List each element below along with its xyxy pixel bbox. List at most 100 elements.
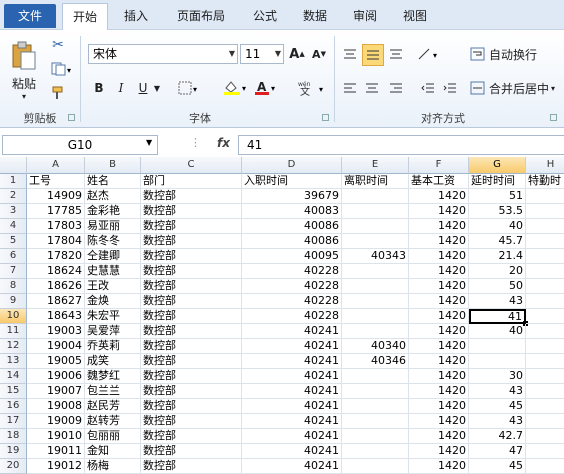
header-cell[interactable]: 入职时间 <box>242 174 342 189</box>
table-cell[interactable]: 1420 <box>409 234 469 249</box>
row-header-13[interactable]: 13 <box>0 354 27 369</box>
table-cell[interactable]: 数控部 <box>141 354 242 369</box>
table-cell[interactable]: 14909 <box>27 189 85 204</box>
row-header-1[interactable]: 1 <box>0 174 27 189</box>
table-cell[interactable]: 1420 <box>409 459 469 474</box>
underline-button[interactable]: U <box>134 78 152 98</box>
table-cell[interactable]: 18626 <box>27 279 85 294</box>
table-cell[interactable]: 39679 <box>242 189 342 204</box>
increase-indent-icon[interactable] <box>440 78 460 98</box>
table-cell[interactable] <box>342 219 409 234</box>
row-header-20[interactable]: 20 <box>0 459 27 474</box>
table-cell[interactable]: 40083 <box>242 204 342 219</box>
table-cell[interactable]: 19008 <box>27 399 85 414</box>
tab-insert[interactable]: 插入 <box>114 3 158 30</box>
table-cell[interactable]: 数控部 <box>141 294 242 309</box>
table-cell[interactable] <box>342 459 409 474</box>
table-cell[interactable]: 1420 <box>409 204 469 219</box>
tab-formulas[interactable]: 公式 <box>244 3 286 30</box>
column-header-d[interactable]: D <box>242 157 342 174</box>
italic-button[interactable]: I <box>112 78 130 98</box>
table-cell[interactable] <box>342 234 409 249</box>
table-cell[interactable]: 40241 <box>242 324 342 339</box>
table-cell[interactable] <box>342 369 409 384</box>
paste-button[interactable]: 粘贴 ▾ <box>6 36 42 106</box>
row-header-8[interactable]: 8 <box>0 279 27 294</box>
table-cell[interactable]: 魏梦红 <box>85 369 141 384</box>
table-cell[interactable] <box>342 204 409 219</box>
header-cell[interactable]: 工号 <box>27 174 85 189</box>
row-header-14[interactable]: 14 <box>0 369 27 384</box>
table-cell[interactable] <box>342 189 409 204</box>
table-cell[interactable]: 43 <box>469 384 526 399</box>
font-size-combo[interactable]: 11 ▼ <box>240 44 284 64</box>
bold-button[interactable]: B <box>90 78 108 98</box>
table-cell[interactable]: 1420 <box>409 384 469 399</box>
table-cell[interactable]: 史慧慧 <box>85 264 141 279</box>
table-cell[interactable]: 1420 <box>409 429 469 444</box>
table-cell[interactable]: 19009 <box>27 414 85 429</box>
table-cell[interactable]: 王改 <box>85 279 141 294</box>
table-cell[interactable]: 51 <box>469 189 526 204</box>
table-cell[interactable] <box>342 309 409 324</box>
table-cell[interactable] <box>526 249 564 264</box>
orientation-icon[interactable]: ▾ <box>416 44 444 64</box>
row-header-10[interactable]: 10 <box>0 309 27 324</box>
table-cell[interactable]: 40340 <box>342 339 409 354</box>
table-cell[interactable]: 1420 <box>409 309 469 324</box>
table-cell[interactable]: 仝建卿 <box>85 249 141 264</box>
table-cell[interactable] <box>526 219 564 234</box>
table-cell[interactable]: 40086 <box>242 219 342 234</box>
borders-button[interactable]: ▾ <box>176 78 202 98</box>
chevron-down-icon[interactable]: ▼ <box>146 138 152 147</box>
table-cell[interactable]: 吴爱萍 <box>85 324 141 339</box>
header-cell[interactable]: 特勤时 <box>526 174 564 189</box>
table-cell[interactable] <box>526 339 564 354</box>
table-cell[interactable]: 40241 <box>242 339 342 354</box>
table-cell[interactable]: 40 <box>469 219 526 234</box>
table-cell[interactable] <box>526 309 564 324</box>
table-cell[interactable]: 数控部 <box>141 204 242 219</box>
font-launcher-icon[interactable] <box>322 114 329 121</box>
table-cell[interactable]: 数控部 <box>141 249 242 264</box>
table-cell[interactable]: 赵杰 <box>85 189 141 204</box>
table-cell[interactable]: 1420 <box>409 324 469 339</box>
table-cell[interactable]: 数控部 <box>141 309 242 324</box>
table-cell[interactable]: 1420 <box>409 279 469 294</box>
row-header-7[interactable]: 7 <box>0 264 27 279</box>
table-cell[interactable] <box>526 459 564 474</box>
table-cell[interactable] <box>342 264 409 279</box>
align-bottom-icon[interactable] <box>386 44 406 64</box>
chevron-down-icon[interactable]: ▼ <box>152 78 162 98</box>
table-cell[interactable]: 朱宏平 <box>85 309 141 324</box>
tab-review[interactable]: 审阅 <box>344 3 386 30</box>
table-cell[interactable]: 17785 <box>27 204 85 219</box>
header-cell[interactable]: 部门 <box>141 174 242 189</box>
table-cell[interactable]: 40241 <box>242 354 342 369</box>
table-cell[interactable]: 19010 <box>27 429 85 444</box>
table-cell[interactable] <box>342 414 409 429</box>
table-cell[interactable]: 数控部 <box>141 234 242 249</box>
table-cell[interactable]: 19003 <box>27 324 85 339</box>
table-cell[interactable]: 17804 <box>27 234 85 249</box>
fill-color-button[interactable]: ▾ <box>222 78 250 98</box>
row-header-9[interactable]: 9 <box>0 294 27 309</box>
tab-home[interactable]: 开始 <box>62 3 108 30</box>
table-cell[interactable]: 杨梅 <box>85 459 141 474</box>
column-header-a[interactable]: A <box>27 157 85 174</box>
tab-page-layout[interactable]: 页面布局 <box>166 3 236 30</box>
table-cell[interactable]: 数控部 <box>141 219 242 234</box>
table-cell[interactable]: 42.7 <box>469 429 526 444</box>
tab-data[interactable]: 数据 <box>294 3 336 30</box>
decrease-indent-icon[interactable] <box>418 78 438 98</box>
table-cell[interactable]: 45 <box>469 459 526 474</box>
table-cell[interactable]: 40 <box>469 324 526 339</box>
table-cell[interactable] <box>526 264 564 279</box>
table-cell[interactable]: 数控部 <box>141 429 242 444</box>
column-header-e[interactable]: E <box>342 157 409 174</box>
table-cell[interactable] <box>342 324 409 339</box>
column-header-g[interactable]: G <box>469 157 526 174</box>
table-cell[interactable]: 19004 <box>27 339 85 354</box>
tab-view[interactable]: 视图 <box>394 3 436 30</box>
header-cell[interactable]: 姓名 <box>85 174 141 189</box>
